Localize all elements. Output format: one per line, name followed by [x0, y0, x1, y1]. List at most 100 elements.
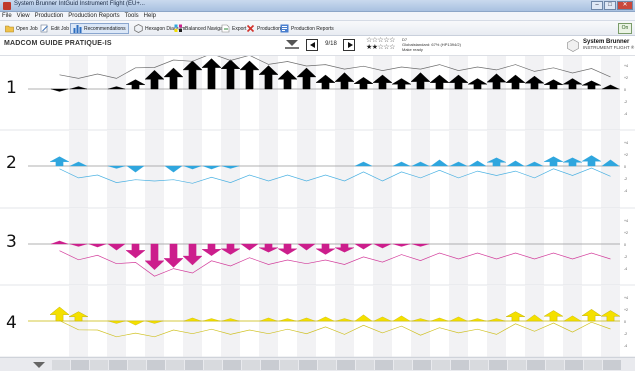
scale-tick-label: 0	[624, 243, 626, 247]
menu-file[interactable]: File	[2, 12, 12, 20]
zone-background	[525, 208, 544, 285]
zone-cell[interactable]	[584, 360, 602, 370]
zone-background	[563, 56, 582, 130]
zone-cell[interactable]	[394, 360, 412, 370]
edit-job-button[interactable]: Edit Job	[37, 23, 72, 34]
zone-background	[525, 56, 544, 130]
menu-help[interactable]: Help	[144, 12, 156, 20]
zone-cell[interactable]	[147, 360, 165, 370]
scale-tick-label: -2	[624, 332, 627, 336]
production-reports-button[interactable]: Production Reports	[277, 23, 337, 34]
zone-background	[145, 56, 164, 130]
zone-cell[interactable]	[90, 360, 108, 370]
scale-tick-label: 0	[624, 88, 626, 92]
ink-arrow	[581, 309, 602, 322]
collapse-triangle-icon[interactable]	[286, 40, 298, 46]
zone-background	[373, 130, 392, 208]
scale-tick-label: +2	[624, 153, 628, 157]
brand-logo-icon	[567, 39, 579, 52]
ink-arrow	[125, 243, 146, 259]
zone-background	[563, 208, 582, 285]
previous-page-button[interactable]	[306, 39, 318, 51]
zone-background	[449, 130, 468, 208]
zone-background	[335, 56, 354, 130]
zone-cell[interactable]	[299, 360, 317, 370]
ink-arrow	[467, 78, 488, 90]
menu-production-reports[interactable]: Production Reports	[68, 12, 119, 20]
zone-cell[interactable]	[375, 360, 393, 370]
minimize-button[interactable]: –	[591, 1, 603, 10]
zone-cell[interactable]	[185, 360, 203, 370]
scale-tick-label: +4	[624, 296, 628, 300]
zone-cell[interactable]	[527, 360, 545, 370]
zone-background	[411, 130, 430, 208]
menu-tools[interactable]: Tools	[125, 12, 139, 20]
zone-cell[interactable]	[546, 360, 564, 370]
ink-triangle	[354, 314, 373, 322]
zone-cell[interactable]	[223, 360, 241, 370]
zone-cell[interactable]	[318, 360, 336, 370]
zone-cell[interactable]	[489, 360, 507, 370]
zone-background	[335, 130, 354, 208]
zone-cell[interactable]	[603, 360, 621, 370]
menu-view[interactable]: View	[17, 12, 30, 20]
zone-background	[221, 130, 240, 208]
ink-arrow	[125, 79, 146, 90]
zone-background	[487, 208, 506, 285]
rating-stars-top: ☆☆☆☆☆	[366, 37, 395, 44]
scale-tick-label: -2	[624, 255, 627, 259]
zone-cell[interactable]	[261, 360, 279, 370]
zone-cell[interactable]	[71, 360, 89, 370]
zone-cell[interactable]	[432, 360, 450, 370]
ink-triangle	[354, 243, 373, 250]
next-page-button[interactable]	[343, 39, 355, 51]
page-indicator: 9/18	[325, 41, 337, 47]
open-job-button[interactable]: Open Job	[2, 23, 41, 34]
ink-arrow	[315, 74, 336, 90]
zone-cell[interactable]	[565, 360, 583, 370]
close-button[interactable]: ✕	[617, 1, 633, 10]
zone-cells	[52, 360, 622, 370]
scale-tick-label: -2	[624, 177, 627, 181]
brand: System Brunner INSTRUMENT FLIGHT ®	[583, 39, 634, 51]
zone-cell[interactable]	[128, 360, 146, 370]
zone-cell[interactable]	[166, 360, 184, 370]
zone-cell[interactable]	[109, 360, 127, 370]
meta-line-3: Make ready	[402, 47, 423, 52]
ink-triangle	[468, 160, 487, 167]
ink-triangle	[392, 315, 411, 322]
ink-triangle	[88, 243, 107, 248]
zone-cell[interactable]	[508, 360, 526, 370]
open-job-label: Open Job	[16, 25, 38, 32]
ink-arrow	[277, 243, 298, 255]
ink-arrow	[201, 58, 222, 90]
zone-cell[interactable]	[337, 360, 355, 370]
zone-cell[interactable]	[280, 360, 298, 370]
maximize-button[interactable]: □	[604, 1, 616, 10]
app-icon	[3, 2, 11, 10]
zone-cell[interactable]	[52, 360, 70, 370]
zone-cell[interactable]	[204, 360, 222, 370]
production-reports-label: Production Reports	[291, 25, 334, 32]
guide-title: MADCOM GUIDE PRATIQUE-IS	[4, 40, 112, 47]
zone-cell[interactable]	[413, 360, 431, 370]
zone-background	[525, 130, 544, 208]
menu-production[interactable]: Production	[35, 12, 64, 20]
scale-tick-label: -2	[624, 100, 627, 104]
recommendations-button[interactable]: Recommendations	[70, 23, 129, 34]
zone-background	[297, 56, 316, 130]
help-toggle-button[interactable]: On	[618, 23, 632, 34]
zone-background	[373, 56, 392, 130]
zone-cell[interactable]	[451, 360, 469, 370]
zone-background	[411, 56, 430, 130]
zone-cell[interactable]	[242, 360, 260, 370]
zone-cell[interactable]	[470, 360, 488, 370]
ink-triangle	[50, 240, 69, 245]
scale-tick-label: 0	[624, 165, 626, 169]
zone-background	[259, 130, 278, 208]
expand-triangle-icon[interactable]	[33, 362, 45, 368]
scale-tick-label: -4	[624, 267, 627, 271]
zone-cell[interactable]	[356, 360, 374, 370]
row-label-2: 2	[6, 153, 17, 173]
ink-arrow	[163, 243, 184, 268]
